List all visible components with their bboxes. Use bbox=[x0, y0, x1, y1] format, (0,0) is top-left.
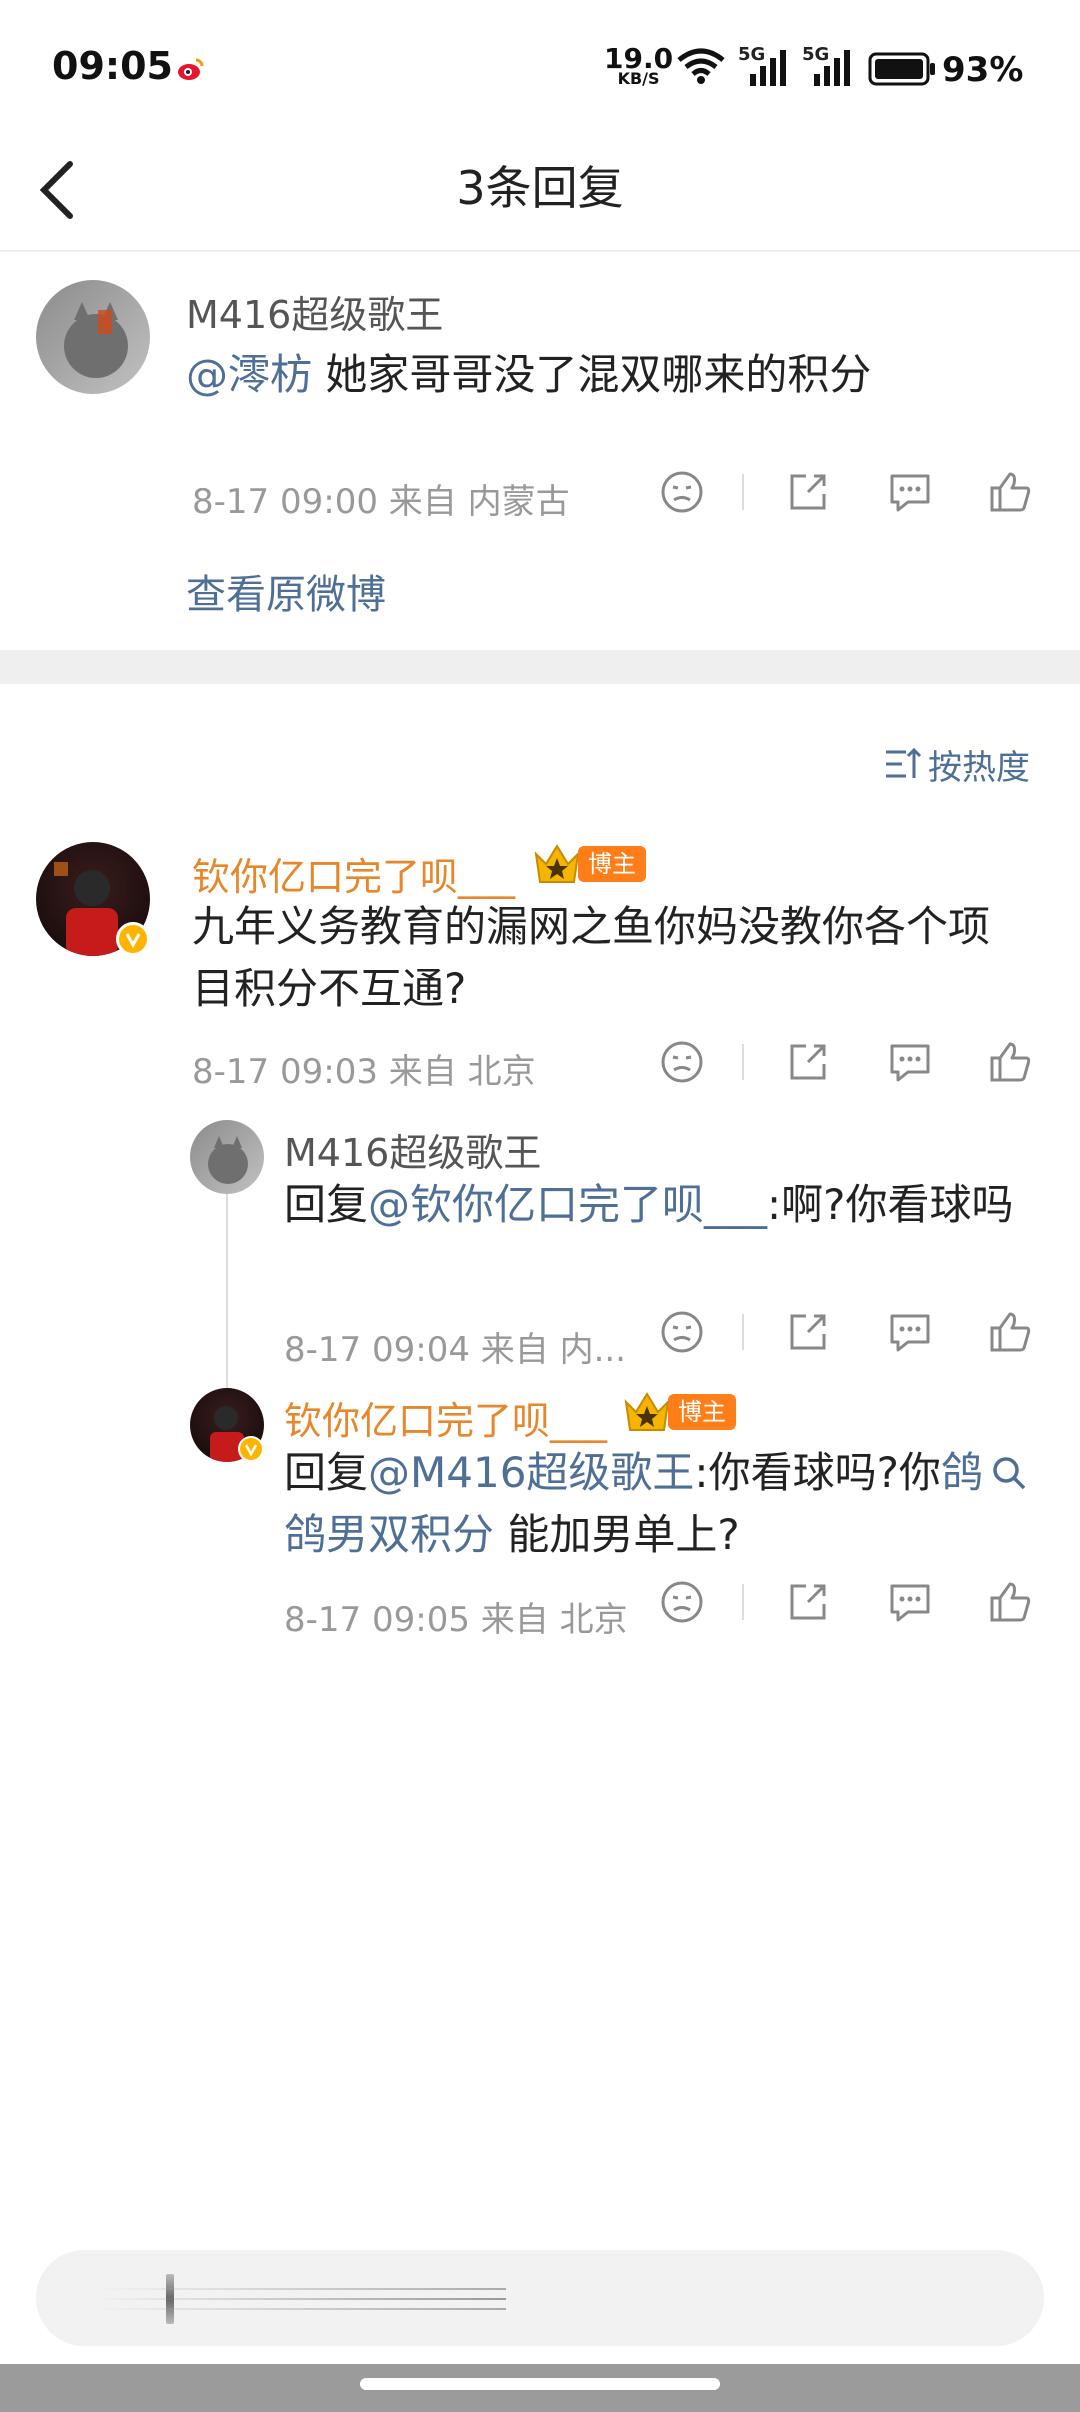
comment-icon[interactable] bbox=[886, 1308, 934, 1356]
battery-icon bbox=[868, 52, 936, 90]
weibo-notification-icon bbox=[176, 54, 206, 84]
blogger-badge-label: 博主 bbox=[578, 846, 646, 882]
dislike-icon[interactable] bbox=[658, 1038, 706, 1086]
comment-icon[interactable] bbox=[886, 1578, 934, 1626]
like-icon[interactable] bbox=[986, 1578, 1034, 1626]
verified-v-icon bbox=[116, 922, 150, 956]
view-original-post-link[interactable]: 查看原微博 bbox=[186, 562, 386, 620]
signal-5g-icon-1: 5G bbox=[738, 44, 798, 90]
mention-link[interactable]: @钦你亿口完了呗___ bbox=[368, 1180, 767, 1229]
root-comment-actions bbox=[654, 468, 1034, 518]
reply-3-meta: 8-17 09:05 来自 北京 bbox=[284, 1600, 628, 1640]
reply-1-username[interactable]: 钦你亿口完了呗___ bbox=[192, 846, 515, 901]
mention-link[interactable]: @澪枋 bbox=[186, 350, 312, 399]
reply-3-actions bbox=[654, 1578, 1034, 1628]
dislike-icon[interactable] bbox=[658, 468, 706, 516]
action-divider bbox=[742, 1044, 744, 1080]
like-icon[interactable] bbox=[986, 1308, 1034, 1356]
sort-label: 按热度 bbox=[928, 748, 1030, 788]
verified-v-icon bbox=[238, 1436, 264, 1462]
like-icon[interactable] bbox=[986, 468, 1034, 516]
reply-input-bar[interactable] bbox=[36, 2250, 1044, 2346]
share-icon[interactable] bbox=[784, 1038, 832, 1086]
action-divider bbox=[742, 474, 744, 510]
page-title: 3条回复 bbox=[456, 161, 624, 215]
placeholder-line bbox=[96, 2298, 506, 2300]
comment-icon[interactable] bbox=[886, 1038, 934, 1086]
reply-1-actions bbox=[654, 1038, 1034, 1088]
placeholder-line bbox=[96, 2288, 506, 2290]
placeholder-line bbox=[96, 2308, 506, 2310]
share-icon[interactable] bbox=[784, 1308, 832, 1356]
home-indicator[interactable] bbox=[360, 2378, 720, 2390]
reply-3-username[interactable]: 钦你亿口完了呗___ bbox=[284, 1390, 607, 1445]
section-divider bbox=[0, 650, 1080, 684]
reply-1-text: 九年义务教育的漏网之鱼你妈没教你各个项目积分不互通? bbox=[192, 902, 991, 1013]
signal-5g-icon-2: 5G bbox=[802, 44, 862, 90]
blogger-badge-label: 博主 bbox=[668, 1394, 736, 1430]
dislike-icon[interactable] bbox=[658, 1308, 706, 1356]
dislike-icon[interactable] bbox=[658, 1578, 706, 1626]
search-icon[interactable] bbox=[990, 1454, 1028, 1496]
share-icon[interactable] bbox=[784, 1578, 832, 1626]
reply-2-meta: 8-17 09:04 来自 内... bbox=[284, 1330, 626, 1370]
status-time: 09:05 bbox=[52, 44, 173, 88]
share-icon[interactable] bbox=[784, 468, 832, 516]
avatar-m416[interactable] bbox=[36, 280, 150, 394]
like-icon[interactable] bbox=[986, 1038, 1034, 1086]
sort-icon bbox=[884, 744, 924, 788]
reply-2-username[interactable]: M416超级歌王 bbox=[284, 1122, 541, 1177]
avatar-m416-small[interactable] bbox=[190, 1120, 264, 1194]
reply-2-text: 回复@钦你亿口完了呗___:啊?你看球吗 bbox=[284, 1180, 1014, 1229]
action-divider bbox=[742, 1314, 744, 1350]
network-speed: 19.0 KB/S bbox=[604, 42, 674, 88]
thread-line bbox=[226, 1194, 228, 1390]
status-bar: 09:05 19.0 KB/S 5G 5G 93% bbox=[0, 0, 1080, 140]
root-comment-meta: 8-17 09:00 来自 内蒙古 bbox=[192, 482, 570, 522]
root-comment-username[interactable]: M416超级歌王 bbox=[186, 284, 443, 339]
battery-percent: 93% bbox=[942, 50, 1024, 90]
wifi-icon bbox=[676, 46, 726, 90]
reply-1-meta: 8-17 09:03 来自 北京 bbox=[192, 1052, 536, 1092]
crown-icon bbox=[622, 1390, 672, 1438]
crown-icon bbox=[532, 842, 582, 890]
mention-link[interactable]: @M416超级歌王 bbox=[368, 1448, 694, 1497]
action-divider bbox=[742, 1584, 744, 1620]
comment-icon[interactable] bbox=[886, 468, 934, 516]
root-comment-text: @澪枋 她家哥哥没了混双哪来的积分 bbox=[186, 350, 872, 399]
reply-2-actions bbox=[654, 1308, 1034, 1358]
reply-3-text: 回复@M416超级歌王:你看球吗?你鸽鸽男双积分 能加男单上? bbox=[284, 1448, 983, 1559]
